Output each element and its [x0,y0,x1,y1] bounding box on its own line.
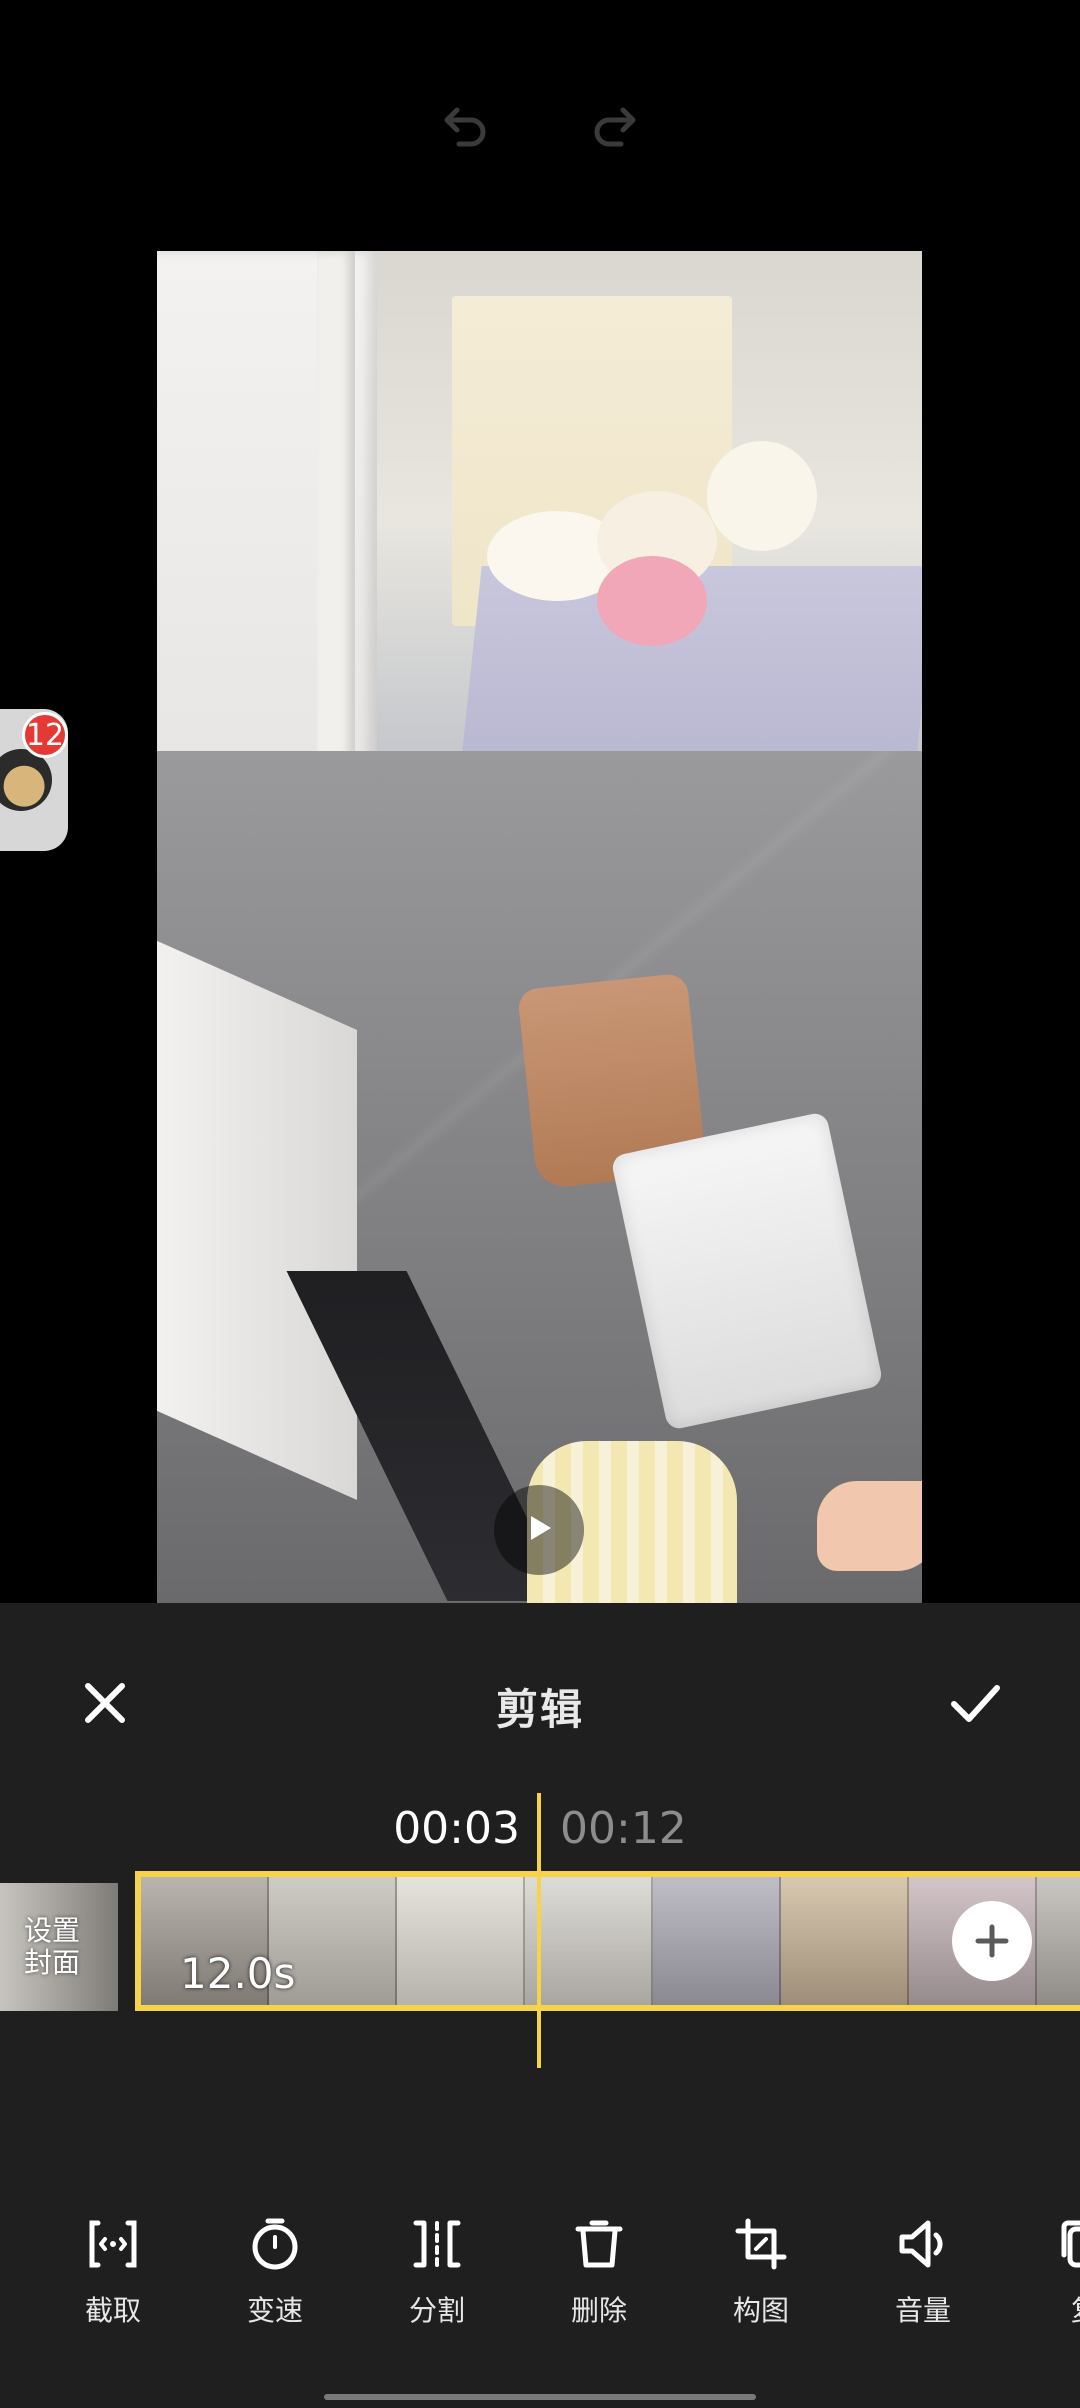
volume-icon [892,2213,954,2275]
tool-copy[interactable]: 复 [1030,2213,1080,2343]
scene-hand [817,1481,922,1571]
clip-frame [397,1877,525,2005]
current-time: 00:03 [393,1803,520,1854]
edit-panel: 剪辑 00:03 00:12 设置 封面 12.0s 截取 变速 分割 删除 构… [0,1603,1080,2408]
tool-trim[interactable]: 截取 [58,2213,168,2343]
tool-crop-label: 构图 [732,2294,789,2327]
clip-frame [525,1877,653,2005]
playhead[interactable] [537,1793,541,2068]
copy-icon [1054,2213,1080,2275]
tool-volume-label: 音量 [894,2294,951,2327]
tool-speed[interactable]: 变速 [220,2213,330,2343]
trim-icon [82,2213,144,2275]
play-button[interactable] [494,1485,584,1575]
tool-trim-label: 截取 [84,2294,141,2327]
tool-split-label: 分割 [408,2294,465,2327]
crop-icon [730,2213,792,2275]
clip-frame [1037,1877,1080,2005]
total-time: 00:12 [560,1803,687,1854]
panel-header: 剪辑 [0,1603,1080,1793]
plus-icon [975,1924,1009,1958]
avatar [0,749,52,811]
tool-crop[interactable]: 构图 [706,2213,816,2343]
tool-delete[interactable]: 删除 [544,2213,654,2343]
delete-icon [568,2213,630,2275]
tool-split[interactable]: 分割 [382,2213,492,2343]
redo-icon[interactable] [580,91,648,159]
notification-badge: 12 [22,712,68,758]
tool-delete-label: 删除 [570,2294,627,2327]
top-controls [0,0,1080,250]
panel-title: 剪辑 [495,1685,584,1734]
tool-speed-label: 变速 [246,2294,303,2327]
confirm-button[interactable] [940,1668,1010,1738]
add-clip-button[interactable] [952,1901,1032,1981]
scene-pillow [707,441,817,551]
play-icon [519,1508,559,1552]
tool-bar: 截取 变速 分割 删除 构图 音量 [0,2213,1080,2348]
clip-frame [781,1877,909,2005]
tool-volume[interactable]: 音量 [868,2213,978,2343]
clip-duration: 12.0s [180,1949,296,1998]
scene-pillow [597,556,707,646]
speed-icon [244,2213,306,2275]
split-icon [406,2213,468,2275]
home-indicator[interactable] [324,2394,756,2400]
set-cover-button[interactable]: 设置 封面 [0,1883,118,2011]
undo-icon[interactable] [432,91,500,159]
check-icon [951,1685,1000,1722]
scene-open-door [157,932,357,1500]
floating-chat-bubble[interactable]: 12 [0,709,68,851]
video-preview[interactable] [157,251,922,1603]
tool-copy-label: 复 [1071,2289,1080,2329]
clip-frame [653,1877,781,2005]
set-cover-label: 设置 封面 [24,1914,81,1979]
